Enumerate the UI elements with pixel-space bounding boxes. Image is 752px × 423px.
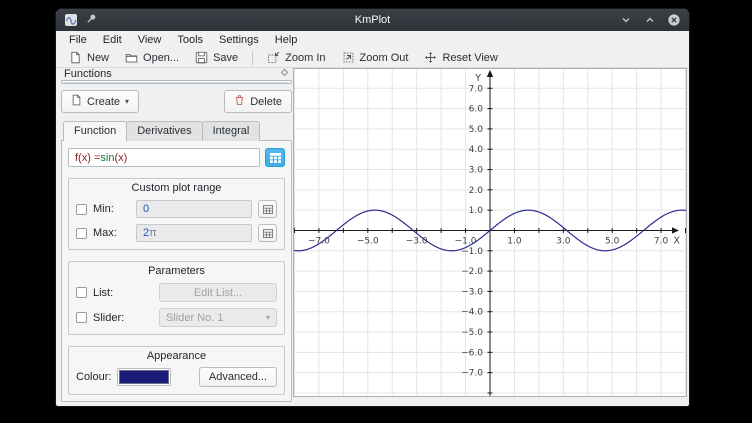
slider-label: Slider: — [93, 312, 124, 324]
menu-tools[interactable]: Tools — [170, 33, 210, 47]
trash-icon — [234, 94, 245, 109]
min-checkbox[interactable] — [76, 204, 87, 215]
svg-text:1.0: 1.0 — [469, 206, 484, 216]
custom-plot-range-group: Custom plot range Min: 0 Max: — [68, 178, 285, 250]
svg-text:−4.0: −4.0 — [461, 308, 483, 318]
save-floppy-icon — [195, 51, 208, 64]
svg-text:6.0: 6.0 — [469, 105, 484, 115]
chevron-down-icon: ▾ — [266, 313, 270, 322]
save-button[interactable]: Save — [188, 49, 245, 66]
kmplot-window: KmPlot File Edit View Tools Settings Hel… — [55, 8, 690, 407]
menu-settings[interactable]: Settings — [212, 33, 266, 47]
slider-checkbox[interactable] — [76, 312, 87, 323]
appearance-group: Appearance Colour: Advanced... — [68, 346, 285, 395]
zoom-out-button[interactable]: Zoom Out — [335, 49, 416, 66]
svg-text:−5.0: −5.0 — [461, 328, 483, 338]
menu-file[interactable]: File — [62, 33, 94, 47]
minimize-icon[interactable] — [619, 13, 633, 27]
plot-area[interactable]: −7.0−5.0−3.0−1.01.03.05.07.0−7.0−6.0−5.0… — [293, 68, 687, 397]
svg-text:−1.0: −1.0 — [455, 236, 477, 246]
open-button[interactable]: Open... — [118, 49, 186, 66]
svg-text:3.0: 3.0 — [469, 166, 484, 176]
slider-select[interactable]: Slider No. 1 ▾ — [159, 308, 277, 327]
colour-swatch — [119, 370, 169, 384]
new-document-icon — [69, 51, 82, 64]
open-folder-icon — [125, 51, 138, 64]
function-list[interactable]: f(x) = sin(x) — [61, 80, 292, 84]
colour-swatch-button[interactable] — [117, 368, 171, 386]
svg-text:−5.0: −5.0 — [357, 236, 379, 246]
svg-text:5.0: 5.0 — [605, 236, 620, 246]
close-icon[interactable] — [667, 13, 681, 27]
svg-text:−3.0: −3.0 — [461, 287, 483, 297]
group-title: Parameters — [76, 265, 277, 277]
list-checkbox[interactable] — [76, 287, 87, 298]
functions-panel: Functions f(x) = sin(x) Create ▾ — [61, 68, 292, 398]
zoom-in-button[interactable]: Zoom In — [260, 49, 332, 66]
maximize-icon[interactable] — [643, 13, 657, 27]
max-input[interactable]: 2π — [136, 224, 252, 242]
titlebar[interactable]: KmPlot — [56, 9, 689, 31]
max-label: Max: — [93, 227, 130, 239]
svg-text:4.0: 4.0 — [469, 145, 484, 155]
main-area: Functions f(x) = sin(x) Create ▾ — [56, 68, 689, 406]
advanced-button[interactable]: Advanced... — [199, 367, 277, 387]
menubar: File Edit View Tools Settings Help — [56, 31, 689, 48]
group-title: Custom plot range — [76, 182, 277, 194]
app-icon — [64, 13, 78, 27]
max-checkbox[interactable] — [76, 228, 87, 239]
equation-editor-button[interactable] — [265, 148, 285, 167]
svg-text:1.0: 1.0 — [507, 236, 522, 246]
min-constants-button[interactable] — [258, 200, 277, 218]
group-title: Appearance — [76, 350, 277, 362]
edit-list-button[interactable]: Edit List... — [159, 283, 277, 302]
svg-text:3.0: 3.0 — [556, 236, 571, 246]
colour-label: Colour: — [76, 371, 111, 383]
svg-text:−2.0: −2.0 — [461, 267, 483, 277]
equation-input[interactable]: f(x) = sin(x) — [68, 148, 260, 167]
reset-view-icon — [424, 51, 437, 64]
pin-icon[interactable] — [86, 13, 97, 27]
function-list-item[interactable]: f(x) = sin(x) — [63, 82, 290, 84]
tab-function[interactable]: Function — [63, 121, 127, 141]
delete-button[interactable]: Delete — [224, 90, 292, 113]
min-label: Min: — [93, 203, 130, 215]
svg-text:5.0: 5.0 — [469, 125, 484, 135]
svg-text:−6.0: −6.0 — [461, 348, 483, 358]
tab-integral[interactable]: Integral — [202, 121, 261, 141]
list-label: List: — [93, 287, 113, 299]
functions-panel-header[interactable]: Functions — [61, 68, 292, 80]
menu-view[interactable]: View — [131, 33, 169, 47]
functions-panel-title: Functions — [64, 68, 112, 80]
reset-view-button[interactable]: Reset View — [417, 49, 504, 66]
function-tabbar: Function Derivatives Integral — [61, 121, 292, 141]
zoom-out-icon — [342, 51, 355, 64]
svg-text:−3.0: −3.0 — [406, 236, 428, 246]
equation-text: f(x) = — [75, 152, 100, 164]
create-document-icon — [71, 94, 82, 109]
float-diamond-icon[interactable] — [280, 68, 289, 80]
chevron-down-icon: ▾ — [125, 97, 129, 106]
toolbar: New Open... Save Zoom In Zoom Out Reset … — [56, 48, 689, 68]
min-input[interactable]: 0 — [136, 200, 252, 218]
svg-text:7.0: 7.0 — [469, 84, 484, 94]
menu-help[interactable]: Help — [268, 33, 305, 47]
function-tab-content: f(x) = sin(x) Custom plot range Min: 0 — [61, 140, 292, 402]
toolbar-separator — [252, 51, 253, 65]
menu-edit[interactable]: Edit — [96, 33, 129, 47]
svg-text:−7.0: −7.0 — [461, 369, 483, 379]
zoom-in-icon — [267, 51, 280, 64]
max-constants-button[interactable] — [258, 224, 277, 242]
tab-derivatives[interactable]: Derivatives — [126, 121, 202, 141]
create-button[interactable]: Create ▾ — [61, 90, 139, 113]
svg-text:7.0: 7.0 — [654, 236, 669, 246]
svg-text:Y: Y — [474, 73, 481, 84]
svg-text:2.0: 2.0 — [469, 186, 484, 196]
svg-text:X: X — [673, 235, 680, 246]
new-button[interactable]: New — [62, 49, 116, 66]
sine-plot: −7.0−5.0−3.0−1.01.03.05.07.0−7.0−6.0−5.0… — [294, 69, 686, 396]
window-title: KmPlot — [56, 14, 689, 26]
parameters-group: Parameters List: Edit List... Slider: — [68, 261, 285, 335]
